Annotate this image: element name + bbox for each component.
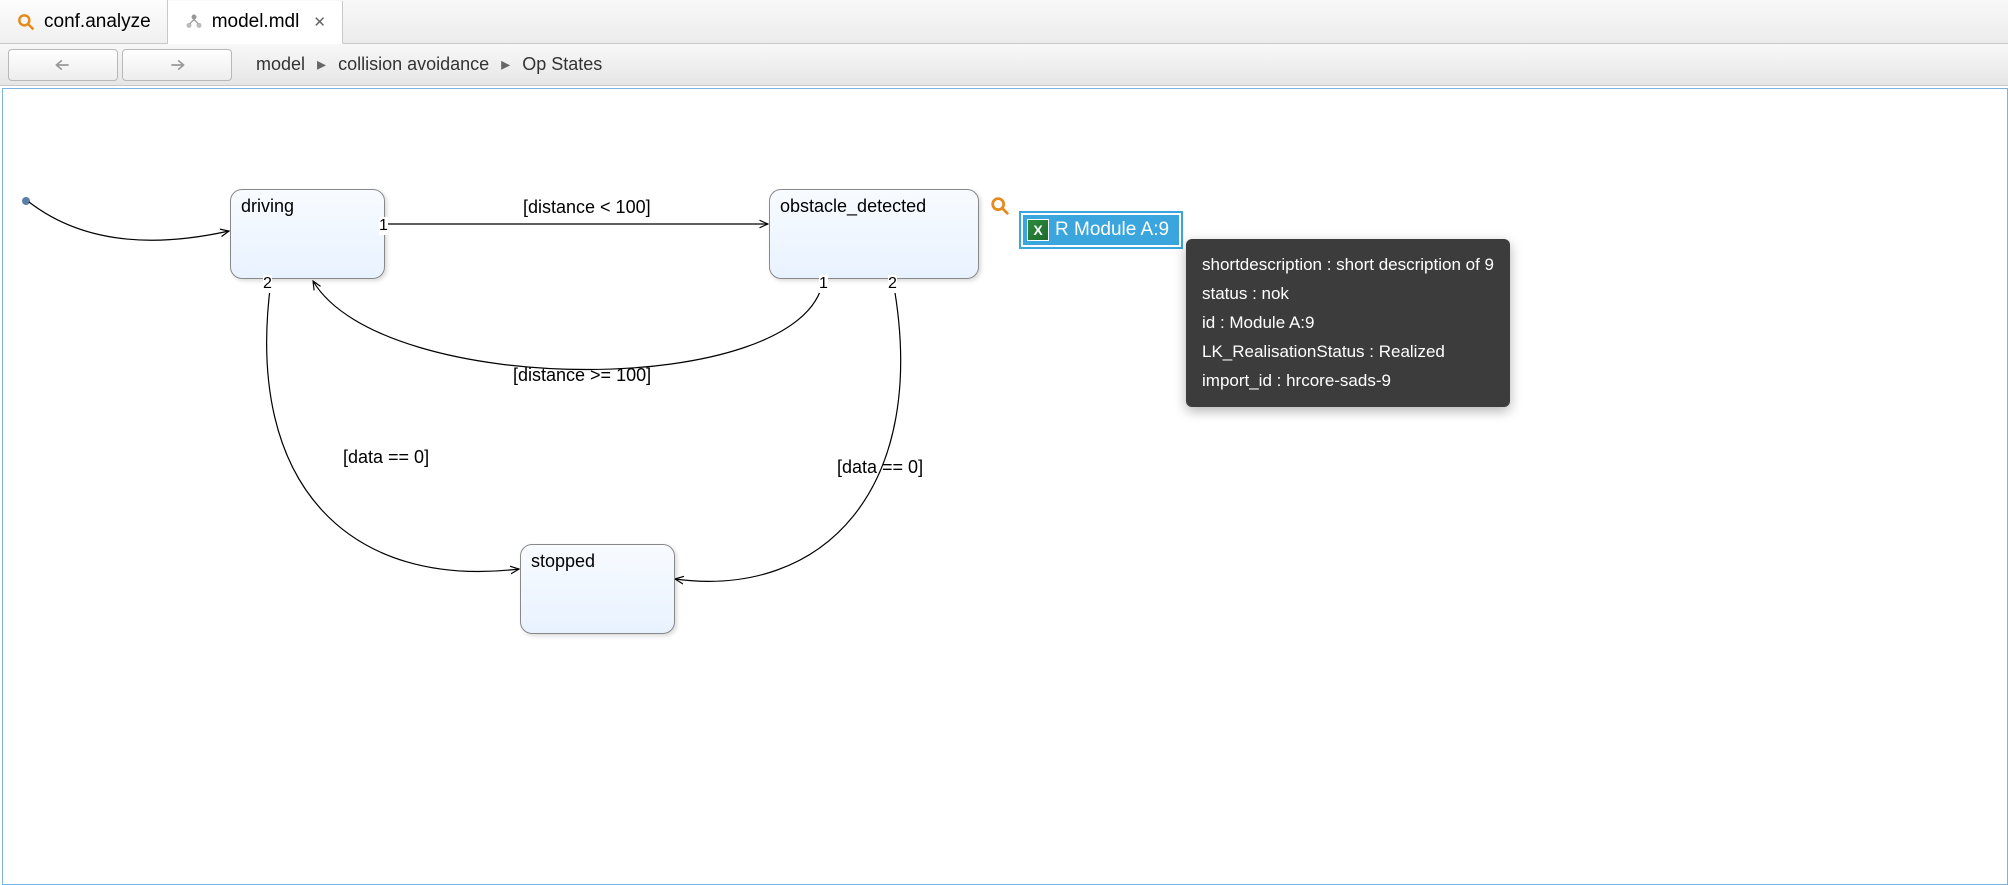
- breadcrumb-item-model[interactable]: model: [256, 54, 305, 75]
- breadcrumb-item-opstates[interactable]: Op States: [522, 54, 602, 75]
- tab-label: conf.analyze: [44, 11, 151, 33]
- transition-guard: [distance >= 100]: [513, 365, 651, 386]
- state-driving[interactable]: driving: [230, 189, 385, 279]
- tooltip-line: LK_RealisationStatus : Realized: [1202, 338, 1494, 367]
- close-icon[interactable]: ✕: [313, 13, 326, 31]
- breadcrumb-separator-icon: ▸: [317, 54, 326, 75]
- transition-guard: [data == 0]: [837, 457, 923, 478]
- state-label: stopped: [531, 551, 595, 571]
- breadcrumb-item-collision[interactable]: collision avoidance: [338, 54, 489, 75]
- tooltip-line: shortdescription : short description of …: [1202, 251, 1494, 280]
- arrow-left-icon: [53, 57, 73, 73]
- transition-guard: [data == 0]: [343, 447, 429, 468]
- nav-back-button[interactable]: [8, 49, 118, 81]
- tab-conf-analyze[interactable]: conf.analyze: [0, 0, 168, 43]
- port-number: 1: [819, 275, 828, 293]
- excel-icon: X: [1027, 219, 1049, 241]
- diagram-canvas[interactable]: driving obstacle_detected stopped [dista…: [2, 88, 2008, 885]
- state-label: driving: [241, 196, 294, 216]
- annotation-label: R Module A:9: [1055, 219, 1169, 241]
- arrow-right-icon: [167, 57, 187, 73]
- state-stopped[interactable]: stopped: [520, 544, 675, 634]
- state-obstacle-detected[interactable]: obstacle_detected: [769, 189, 979, 279]
- nav-bar: model ▸ collision avoidance ▸ Op States: [0, 44, 2008, 86]
- port-number: 1: [379, 217, 388, 235]
- model-icon: [184, 12, 204, 32]
- tooltip-line: import_id : hrcore-sads-9: [1202, 367, 1494, 396]
- tab-label: model.mdl: [212, 11, 300, 33]
- breadcrumb: model ▸ collision avoidance ▸ Op States: [256, 54, 602, 75]
- port-number: 2: [263, 275, 272, 293]
- nav-forward-button[interactable]: [122, 49, 232, 81]
- search-icon: [16, 12, 36, 32]
- breadcrumb-separator-icon: ▸: [501, 54, 510, 75]
- transition-guard: [distance < 100]: [523, 197, 651, 218]
- tab-model-mdl[interactable]: model.mdl ✕: [168, 1, 343, 44]
- annotation-tooltip: shortdescription : short description of …: [1186, 239, 1510, 407]
- tooltip-line: status : nok: [1202, 280, 1494, 309]
- tooltip-line: id : Module A:9: [1202, 309, 1494, 338]
- port-number: 2: [888, 275, 897, 293]
- requirement-annotation[interactable]: X R Module A:9: [1019, 211, 1183, 249]
- search-marker-icon: [989, 195, 1011, 217]
- state-label: obstacle_detected: [780, 196, 926, 216]
- tab-bar: conf.analyze model.mdl ✕: [0, 0, 2008, 44]
